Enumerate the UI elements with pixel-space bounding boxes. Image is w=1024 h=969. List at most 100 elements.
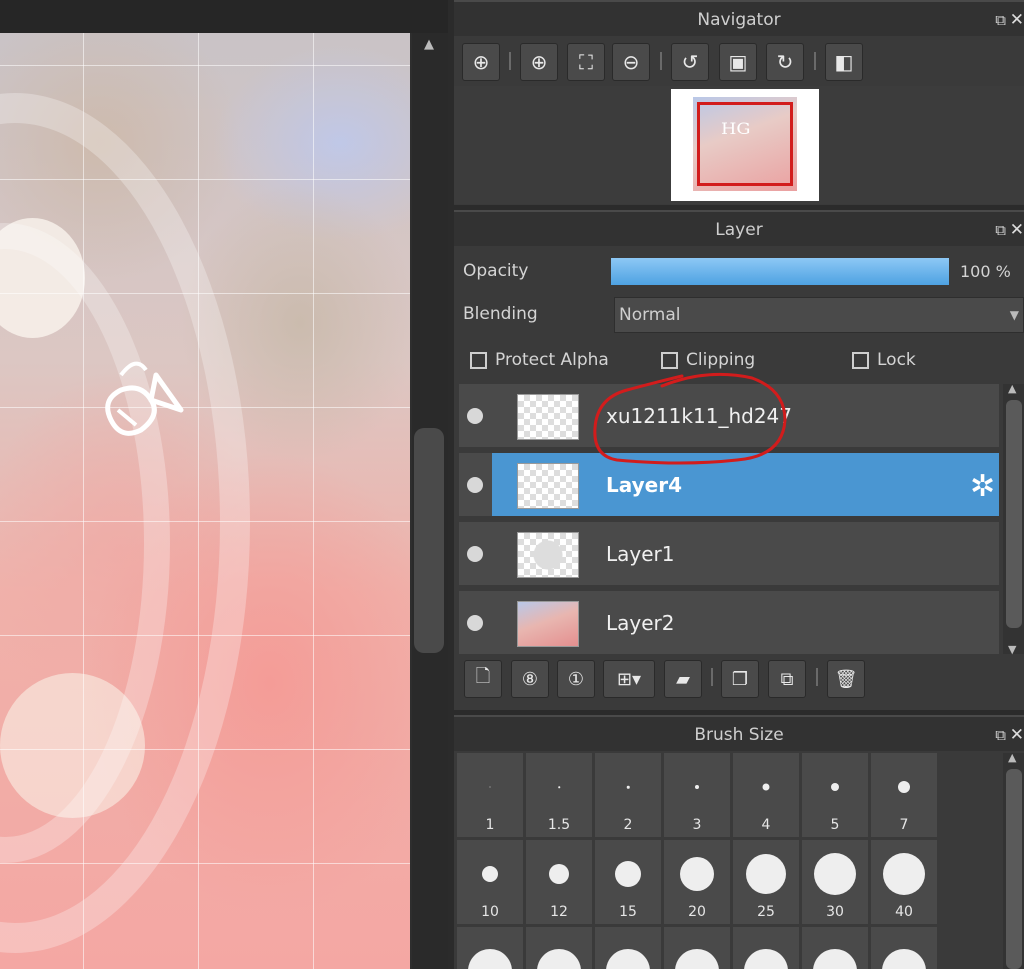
brush-size-label: 10 <box>481 904 499 920</box>
close-icon[interactable]: ✕ <box>1010 212 1024 248</box>
canvas-top-bar <box>0 0 448 33</box>
add-layer-menu-icon[interactable]: ⊞▾ <box>603 660 655 698</box>
close-icon[interactable]: ✕ <box>1010 2 1024 38</box>
checkbox-box[interactable] <box>852 351 869 369</box>
popout-icon[interactable]: ⧉ <box>995 717 1006 753</box>
brush-size-label: 25 <box>757 904 775 920</box>
brush-size-label: 1 <box>485 817 495 833</box>
brush-size-cell[interactable] <box>802 927 868 969</box>
brush-size-cell[interactable] <box>733 927 799 969</box>
zoom-fit-icon[interactable]: ⊕ <box>462 43 500 81</box>
brush-size-cell[interactable]: 12 <box>526 840 592 924</box>
new-1bit-layer-icon[interactable]: ① <box>557 660 595 698</box>
brush-dot-icon <box>482 866 498 882</box>
navigator-thumbnail[interactable]: ᴴᴳ <box>671 89 819 201</box>
brush-dot-icon <box>744 949 788 969</box>
trash-icon[interactable]: 🗑 <box>827 660 865 698</box>
layer-list-scrollbar[interactable]: ▲ ▼ <box>1003 382 1024 656</box>
brush-size-cell[interactable] <box>871 927 937 969</box>
lock-label: Lock <box>877 350 916 370</box>
visibility-icon[interactable] <box>467 477 483 493</box>
brush-size-cell[interactable]: 1 <box>457 753 523 837</box>
brush-dot-icon <box>489 786 491 788</box>
brush-size-cell[interactable] <box>526 927 592 969</box>
actual-size-icon[interactable]: ▣ <box>719 43 757 81</box>
toolbar-separator <box>509 52 511 70</box>
canvas-scrollbar[interactable]: ▲ <box>412 33 448 969</box>
brush-size-cell[interactable]: 25 <box>733 840 799 924</box>
opacity-slider[interactable] <box>611 258 949 285</box>
brush-dot-icon <box>814 853 856 895</box>
zoom-in-icon[interactable]: ⊕ <box>520 43 558 81</box>
red-circle-annotation <box>593 372 787 465</box>
brush-size-cell[interactable]: 2 <box>595 753 661 837</box>
drawing-canvas[interactable] <box>0 33 410 969</box>
brush-size-cell[interactable]: 10 <box>457 840 523 924</box>
brush-size-cell[interactable]: 30 <box>802 840 868 924</box>
visibility-icon[interactable] <box>467 615 483 631</box>
scroll-up-icon[interactable]: ▲ <box>1008 382 1016 395</box>
rotate-left-icon[interactable]: ↺ <box>671 43 709 81</box>
visibility-icon[interactable] <box>467 408 483 424</box>
layer-row[interactable]: Layer1 <box>459 522 999 588</box>
layer-thumbnail <box>517 463 579 509</box>
gear-icon[interactable]: ✲ <box>970 469 995 504</box>
layer-thumbnail <box>517 394 579 440</box>
flip-icon[interactable]: ◧ <box>825 43 863 81</box>
brush-size-cell[interactable]: 5 <box>802 753 868 837</box>
brush-dot-icon <box>831 783 839 791</box>
clipping-checkbox[interactable]: Clipping <box>661 350 755 370</box>
layer-title: Layer <box>715 220 763 240</box>
brush-size-cell[interactable]: 1.5 <box>526 753 592 837</box>
brush-dot-icon <box>813 949 857 969</box>
checkbox-box[interactable] <box>661 351 678 369</box>
rotate-right-icon[interactable]: ↻ <box>766 43 804 81</box>
brush-size-cell[interactable]: 40 <box>871 840 937 924</box>
brush-size-cell[interactable] <box>595 927 661 969</box>
visibility-icon[interactable] <box>467 546 483 562</box>
canvas-scroll-thumb[interactable] <box>414 428 444 653</box>
layer-name: Layer1 <box>606 542 675 566</box>
duplicate-layer-icon[interactable]: ❐ <box>721 660 759 698</box>
new-8bit-layer-icon[interactable]: ⑧ <box>511 660 549 698</box>
brush-size-cell[interactable]: 15 <box>595 840 661 924</box>
lock-checkbox[interactable]: Lock <box>852 350 916 370</box>
new-layer-icon[interactable]: 🗋 <box>464 660 502 698</box>
layer-row[interactable]: Layer2 <box>459 591 999 654</box>
opacity-label: Opacity <box>463 261 529 281</box>
brush-dot-icon <box>898 781 910 793</box>
folder-icon[interactable]: ▰ <box>664 660 702 698</box>
toolbar-separator <box>711 668 713 686</box>
brush-dot-icon <box>606 949 650 969</box>
blending-value: Normal <box>619 305 681 325</box>
close-icon[interactable]: ✕ <box>1010 717 1024 753</box>
brush-size-cell[interactable] <box>664 927 730 969</box>
protect-alpha-checkbox[interactable]: Protect Alpha <box>470 350 609 370</box>
brush-dot-icon <box>626 785 630 789</box>
merge-down-icon[interactable]: ⧉ <box>768 660 806 698</box>
zoom-out-icon[interactable]: ⊖ <box>612 43 650 81</box>
brush-size-cell[interactable]: 3 <box>664 753 730 837</box>
layer-scroll-thumb[interactable] <box>1006 400 1022 628</box>
brush-size-cell[interactable]: 7 <box>871 753 937 837</box>
blending-select[interactable]: Normal ▼ <box>614 297 1024 333</box>
fit-window-icon[interactable]: ⛶ <box>567 43 605 81</box>
brush-dot-icon <box>675 949 719 969</box>
brush-size-cell[interactable] <box>457 927 523 969</box>
scroll-up-icon[interactable]: ▲ <box>1008 751 1016 764</box>
navigator-preview[interactable]: ᴴᴳ <box>454 86 1024 204</box>
scroll-up-icon[interactable]: ▲ <box>424 37 434 52</box>
brush-scroll-thumb[interactable] <box>1006 769 1022 969</box>
checkbox-box[interactable] <box>470 351 487 369</box>
layer-thumbnail <box>517 601 579 647</box>
brush-size-cell[interactable]: 20 <box>664 840 730 924</box>
brush-size-cell[interactable]: 4 <box>733 753 799 837</box>
brush-dot-icon <box>558 786 560 788</box>
brush-size-label: 3 <box>692 817 702 833</box>
protect-alpha-label: Protect Alpha <box>495 350 609 370</box>
brush-size-label: 30 <box>826 904 844 920</box>
popout-icon[interactable]: ⧉ <box>995 212 1006 248</box>
popout-icon[interactable]: ⧉ <box>995 2 1006 38</box>
brush-scrollbar[interactable]: ▲ <box>1003 751 1024 969</box>
brush-dot-icon <box>746 854 786 894</box>
